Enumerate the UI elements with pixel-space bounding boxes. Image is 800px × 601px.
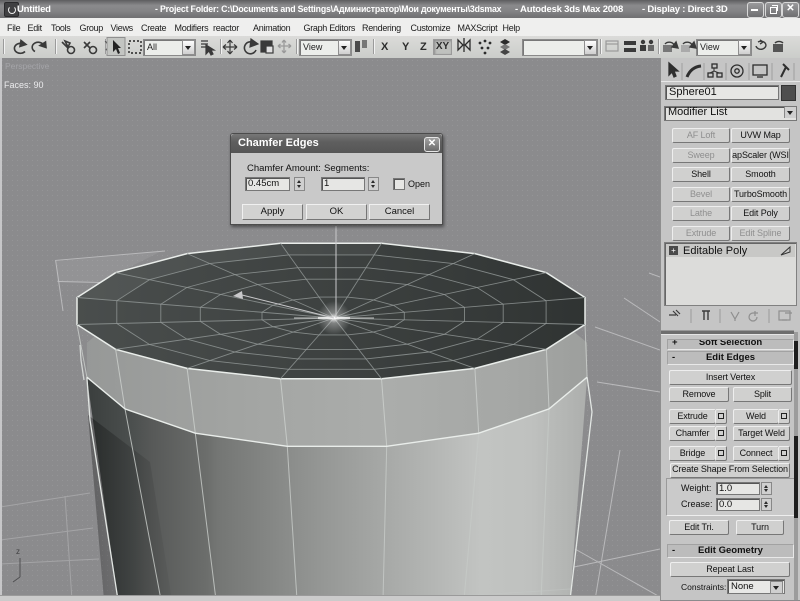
svg-text:z: z (16, 547, 20, 556)
